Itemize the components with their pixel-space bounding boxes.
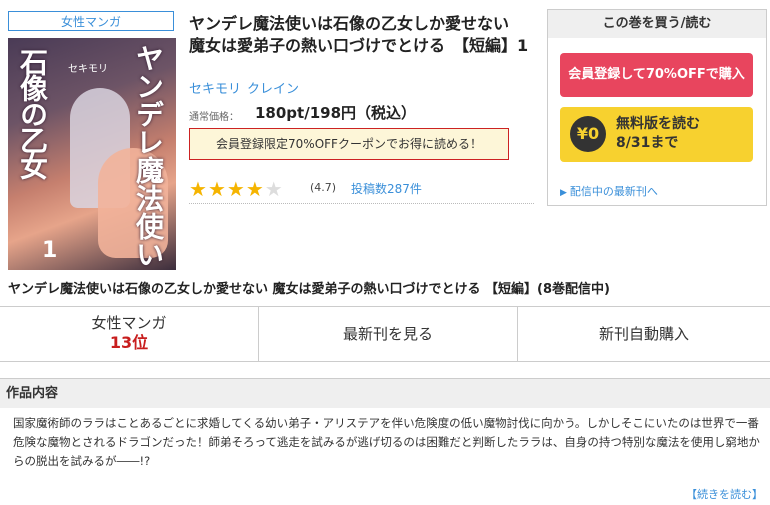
read-free-deadline: 8/31まで <box>616 135 679 151</box>
read-free-button[interactable]: ¥0 無料版を読む 8/31まで <box>560 107 753 162</box>
read-free-label: 無料版を読む <box>616 116 700 132</box>
rating-value: (4.7) <box>310 181 337 194</box>
latest-volume-link[interactable]: ▶ 配信中の最新刊へ <box>560 183 658 199</box>
action-tabs: 女性マンガ 13位 最新刊を見る 新刊自動購入 <box>0 306 770 362</box>
author-link[interactable]: セキモリ <box>189 82 241 97</box>
star-icon: ★ <box>245 177 265 201</box>
cover-title-right: ヤンデレ魔法使い <box>132 44 165 268</box>
section-heading: 作品内容 <box>0 378 770 408</box>
ranking-rank: 13位 <box>109 333 149 352</box>
register-purchase-button[interactable]: 会員登録して70%OFFで購入 <box>560 53 753 97</box>
latest-volume-label: 配信中の最新刊へ <box>569 185 658 198</box>
star-icon: ★ <box>189 177 208 201</box>
author-list: セキモリ クレイン <box>189 78 305 97</box>
read-more-link[interactable]: 【続きを読む】 <box>686 486 763 502</box>
product-title: ヤンデレ魔法使いは石像の乙女しか愛せない 魔女は愛弟子の熱い口づけでとける 【短… <box>189 14 529 55</box>
reviews-link[interactable]: 投稿数287件 <box>351 180 422 197</box>
star-icon: ★ <box>207 177 227 201</box>
latest-volume-tab[interactable]: 最新刊を見る <box>259 307 518 361</box>
auto-purchase-tab[interactable]: 新刊自動購入 <box>518 307 770 361</box>
triangle-right-icon: ▶ <box>560 188 567 198</box>
price-label: 通常価格： <box>189 112 239 123</box>
description-text: 国家魔術師のララはことあるごとに求婚してくる幼い弟子・アリステアを伴い危険度の低… <box>13 416 760 468</box>
star-icon: ★ <box>226 177 246 201</box>
star-partial-icon: ★ <box>264 177 284 201</box>
yen-zero-icon: ¥0 <box>570 116 606 152</box>
genre-tag[interactable]: 女性マンガ <box>8 11 174 31</box>
cover-author: セキモリ <box>68 64 108 75</box>
coupon-banner[interactable]: 会員登録限定70%OFFクーポンでお得に読める！ <box>189 128 509 160</box>
buy-box-header: この巻を買う/読む <box>548 10 766 38</box>
ranking-genre: 女性マンガ <box>91 314 167 332</box>
read-free-text: 無料版を読む 8/31まで <box>616 115 700 153</box>
price-value: 180pt/198円（税込） <box>255 104 417 122</box>
series-title: ヤンデレ魔法使いは石像の乙女しか愛せない 魔女は愛弟子の熱い口づけでとける 【短… <box>8 282 610 297</box>
rating-stars: ★★★★★ <box>189 177 284 201</box>
cover-volume: 1 <box>42 238 58 263</box>
ranking-tab[interactable]: 女性マンガ 13位 <box>0 307 259 361</box>
divider <box>189 203 534 204</box>
book-cover-image[interactable]: 石像の乙女 ヤンデレ魔法使い セキモリ 1 <box>8 38 176 270</box>
author-link[interactable]: クレイン <box>247 82 299 97</box>
cover-title-left: 石像の乙女 <box>16 48 49 178</box>
